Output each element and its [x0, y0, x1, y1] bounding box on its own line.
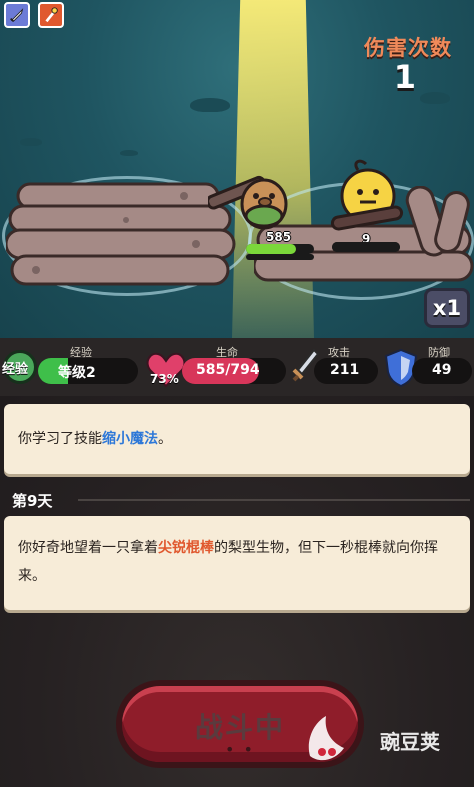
log-keyword-weapon: 尖锐棍棒 — [158, 540, 214, 556]
player-shadow-bar — [246, 254, 314, 260]
log-entry: 你好奇地望着一只拿着尖锐棍棒的梨型生物，但下一秒棍棒就向你挥来。 — [4, 516, 470, 610]
enemy-character — [330, 159, 404, 231]
exp-badge-text: 经验 — [2, 362, 29, 377]
speed-toggle-button[interactable]: x1 — [424, 288, 470, 328]
log-text: 你好奇地望着一只拿着 — [18, 540, 158, 556]
player-character — [208, 175, 288, 230]
log-keyword-skill: 缩小魔法 — [102, 431, 158, 447]
skill-slot-1[interactable] — [4, 2, 30, 28]
stat-exp: 经验 经验 等级2 — [0, 338, 142, 396]
stat-life: 73% 生命 585/794 — [144, 338, 286, 396]
sword-skill-icon — [10, 8, 24, 22]
life-value: 585/794 — [196, 362, 260, 378]
watermark-logo-icon — [308, 716, 344, 761]
player-hp-text: 585 — [266, 230, 292, 244]
day-label: 第9天 — [12, 492, 53, 510]
torch-skill-icon — [45, 7, 58, 23]
stats-bar: 经验 经验 等级2 73% 生命 585/794 攻击 211 防御 49 — [0, 338, 474, 396]
enemy-hp-fill — [332, 242, 400, 252]
log-entry-text: 你好奇地望着一只拿着尖锐棍棒的梨型生物，但下一秒棍棒就向你挥来。 — [4, 516, 470, 590]
log-text: 。 — [158, 431, 172, 447]
defense-value: 49 — [432, 362, 452, 378]
attack-value: 211 — [330, 362, 360, 378]
stat-attack: 攻击 211 — [290, 338, 380, 396]
exp-level-value: 等级2 — [58, 365, 96, 381]
battle-scene: 伤害次数 1 585 9 x1 — [0, 0, 474, 338]
player-hp-bar — [246, 244, 314, 254]
life-percent: 73% — [150, 372, 179, 386]
watermark-text: 豌豆荚 — [380, 730, 440, 754]
enemy-hp-bar — [332, 242, 400, 252]
day-divider — [78, 499, 470, 501]
water-rock — [120, 150, 138, 156]
log-text: 你学习了技能 — [18, 431, 102, 447]
left-raft — [6, 182, 236, 286]
player-hp-fill — [246, 244, 297, 254]
skill-slot-2[interactable] — [38, 2, 64, 28]
water-rock — [420, 92, 450, 104]
log-entry-text: 你学习了技能缩小魔法。 — [4, 404, 470, 453]
log-entry: 你学习了技能缩小魔法。 — [4, 404, 470, 474]
stat-defense: 防御 49 — [384, 338, 474, 396]
water-rock — [190, 98, 230, 112]
water-rock — [20, 138, 42, 146]
damage-count-value: 1 — [393, 58, 416, 96]
